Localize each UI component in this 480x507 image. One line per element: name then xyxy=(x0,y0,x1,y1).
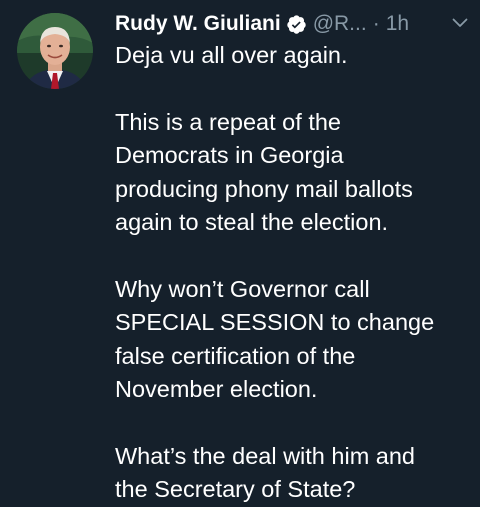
tweet-line: SPECIAL SESSION to change xyxy=(115,309,435,335)
tweet-line: again to steal the election. xyxy=(115,209,389,235)
tweet-text: Deja vu all over again. This is a repeat… xyxy=(115,39,465,507)
tweet-header: Rudy W. Giuliani @R... · 1h xyxy=(115,8,470,40)
tweet-timestamp[interactable]: 1h xyxy=(386,8,409,40)
tweet-paragraph: Deja vu all over again. xyxy=(115,39,465,73)
tweet-line: This is a repeat of the xyxy=(115,108,341,135)
author-display-name[interactable]: Rudy W. Giuliani xyxy=(115,8,281,40)
verified-badge-icon xyxy=(286,14,307,35)
tweet-line: false certification of the xyxy=(115,342,356,369)
tweet-line: Why won’t Governor call xyxy=(115,275,370,302)
separator-dot: · xyxy=(372,12,380,35)
tweet-paragraph: Why won’t Governor call SPECIAL SESSION … xyxy=(115,273,465,407)
tweet-line: November election. xyxy=(115,376,318,402)
author-handle[interactable]: @R... xyxy=(313,8,367,40)
tweet-line: producing phony mail ballots xyxy=(115,175,413,202)
chevron-down-icon[interactable] xyxy=(452,17,468,29)
tweet-line: the Secretary of State? xyxy=(115,476,356,502)
avatar[interactable] xyxy=(17,13,93,89)
tweet-line: Deja vu all over again. xyxy=(115,42,348,68)
tweet-paragraph: This is a repeat of the Democrats in Geo… xyxy=(115,106,465,240)
tweet-line: What’s the deal with him and xyxy=(115,442,416,469)
user-avatar-photo-icon xyxy=(17,13,93,89)
tweet-line: Democrats in Georgia xyxy=(115,142,344,168)
tweet-paragraph: What’s the deal with him and the Secreta… xyxy=(115,440,465,507)
tweet[interactable]: Rudy W. Giuliani @R... · 1h Deja vu all … xyxy=(0,0,480,502)
